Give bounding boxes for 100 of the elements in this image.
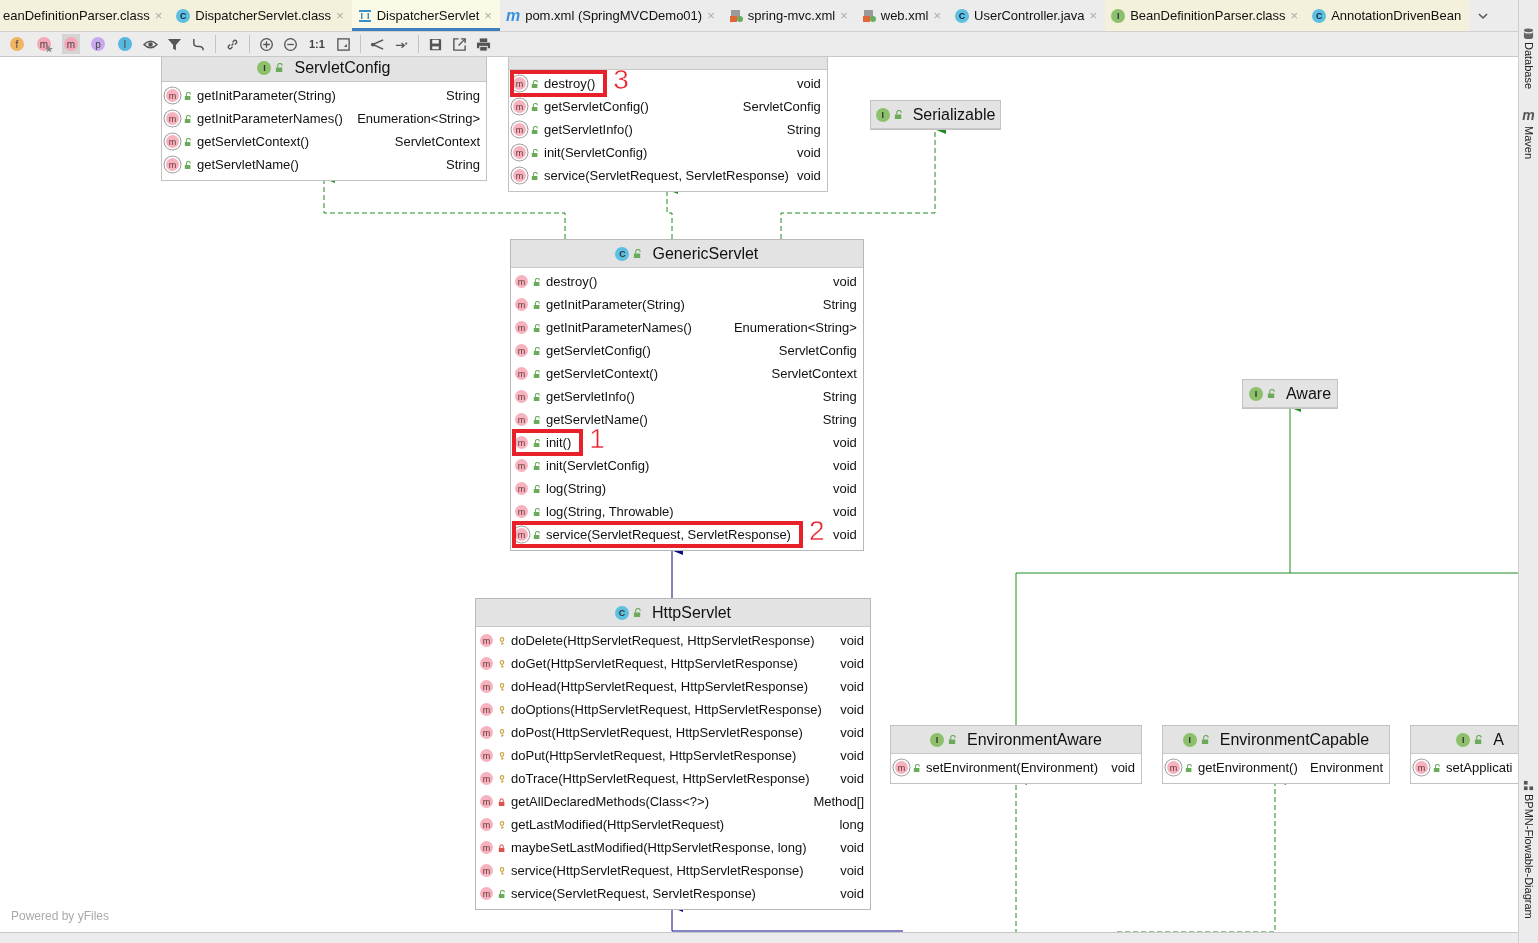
- method-badge-icon: m: [515, 413, 528, 426]
- return-type: void: [796, 145, 821, 160]
- method-badge-icon: m: [515, 344, 528, 357]
- method-badge-icon: m: [480, 726, 493, 739]
- tool-window-button[interactable]: m Maven: [1519, 107, 1538, 160]
- return-type: ServletContext: [771, 366, 857, 381]
- class-title: EnvironmentAware: [967, 730, 1102, 749]
- return-type: String: [446, 88, 480, 103]
- lock-icon: [498, 843, 506, 852]
- filter-toggle-button[interactable]: m: [62, 34, 80, 54]
- lock-icon: [948, 735, 958, 744]
- return-type: String: [786, 122, 821, 137]
- lock-icon: [184, 160, 192, 169]
- method-name: getAllDeclaredMethods(Class<?>): [511, 794, 709, 809]
- method-badge-icon: m: [513, 146, 526, 159]
- method-name: getServletConfig(): [544, 99, 649, 114]
- lock-icon: [531, 102, 539, 111]
- return-type: void: [832, 435, 857, 450]
- method-badge-icon: m: [480, 818, 493, 831]
- file-type-icon: C: [955, 8, 970, 23]
- return-type: ServletConfig: [778, 343, 857, 358]
- editor-tab[interactable]: DispatcherServlet ×: [351, 0, 500, 31]
- method-name: getLastModified(HttpServletRequest): [511, 817, 725, 832]
- actual-size-button[interactable]: 1:1: [307, 34, 327, 54]
- method-name: doPut(HttpServletRequest, HttpServletResponse): [511, 748, 797, 763]
- editor-tab[interactable]: m pom.xml (SpringMVCDemo01) ×: [499, 0, 723, 31]
- lock-icon: [498, 797, 506, 806]
- edge-route-icon[interactable]: [191, 36, 206, 52]
- lock-icon: [533, 415, 541, 424]
- lock-icon: [1185, 763, 1193, 772]
- print-icon[interactable]: [475, 36, 491, 52]
- maven-icon: m: [1522, 107, 1535, 124]
- method-badge-icon: m: [515, 390, 528, 403]
- editor-tab[interactable]: C UserController.java ×: [949, 0, 1106, 31]
- key-icon: [498, 728, 506, 737]
- method-name: getServletConfig(): [546, 343, 651, 358]
- method-badge-icon: m: [1415, 761, 1428, 774]
- editor-tab[interactable]: C DispatcherServlet.class ×: [170, 0, 352, 31]
- xml-file-icon: [728, 8, 743, 23]
- tool-window-button[interactable]: Database: [1519, 28, 1538, 90]
- lock-icon: [184, 137, 192, 146]
- method-badge-icon: m: [480, 841, 493, 854]
- key-icon: [498, 682, 506, 691]
- class-title: HttpServlet: [651, 603, 732, 622]
- lock-icon: [533, 392, 541, 401]
- tool-window-button[interactable]: BPMN-Flowable-Diagram: [1519, 780, 1538, 919]
- class-title: Serializable: [912, 105, 996, 124]
- lock-icon: [533, 507, 541, 516]
- fit-content-icon[interactable]: [335, 36, 351, 52]
- class-title: A: [1493, 730, 1504, 749]
- method-name: doPost(HttpServletRequest, HttpServletResponse): [511, 725, 803, 740]
- method-name: service(ServletRequest, ServletResponse): [546, 527, 791, 542]
- editor-tab[interactable]: eanDefinitionParser.class ×: [0, 0, 171, 31]
- key-icon: [498, 659, 506, 668]
- return-type: void: [832, 274, 857, 289]
- method-name: getInitParameterNames(): [197, 111, 343, 126]
- method-name: service(ServletRequest, ServletResponse): [544, 168, 789, 183]
- method-name: service(HttpServletRequest, HttpServletResponse): [511, 863, 804, 878]
- return-type: void: [840, 679, 864, 694]
- lock-icon: [893, 110, 903, 119]
- editor-tab[interactable]: C AnnotationDrivenBean: [1306, 0, 1470, 31]
- type-badge-icon: C: [615, 246, 630, 261]
- zoom-out-icon[interactable]: [283, 36, 298, 52]
- method-name: getServletName(): [546, 412, 648, 427]
- lock-icon: [1433, 763, 1441, 772]
- return-type: void: [832, 527, 857, 542]
- lock-icon: [531, 125, 539, 134]
- return-type: void: [832, 481, 857, 496]
- lock-icon: [533, 461, 541, 470]
- lock-icon: [533, 438, 541, 447]
- return-type: void: [840, 656, 864, 671]
- return-type: void: [840, 702, 864, 717]
- method-badge-icon: m: [480, 657, 493, 670]
- lock-icon: [531, 148, 539, 157]
- lock-icon: [533, 346, 541, 355]
- type-badge-icon: I: [875, 107, 890, 122]
- method-badge-icon: m: [513, 123, 526, 136]
- return-type: ServletContext: [394, 134, 480, 149]
- lock-icon: [531, 79, 539, 88]
- editor-tab[interactable]: I BeanDefinitionParser.class ×: [1105, 0, 1307, 31]
- return-type: void: [832, 504, 857, 519]
- export-icon[interactable]: [451, 36, 467, 52]
- lock-icon: [533, 277, 541, 286]
- annotation-number: 2: [808, 517, 825, 545]
- lock-icon: [498, 889, 506, 898]
- method-name: getEnvironment(): [1198, 760, 1298, 775]
- database-icon: [1523, 28, 1534, 39]
- save-icon[interactable]: [427, 36, 443, 52]
- method-badge-icon: m: [480, 749, 493, 762]
- return-type: void: [832, 458, 857, 473]
- class-title: Aware: [1285, 384, 1332, 403]
- editor-tab[interactable]: spring-mvc.xml ×: [722, 0, 856, 31]
- editor-tab[interactable]: web.xml ×: [855, 0, 950, 31]
- zoom-in-icon[interactable]: [259, 36, 274, 52]
- return-type: Enumeration<String>: [357, 111, 480, 126]
- diagram-icon: [357, 8, 372, 23]
- key-icon: [498, 866, 506, 875]
- layout-icon[interactable]: [369, 36, 385, 52]
- key-icon: [498, 774, 506, 783]
- filter-icon[interactable]: [167, 36, 182, 52]
